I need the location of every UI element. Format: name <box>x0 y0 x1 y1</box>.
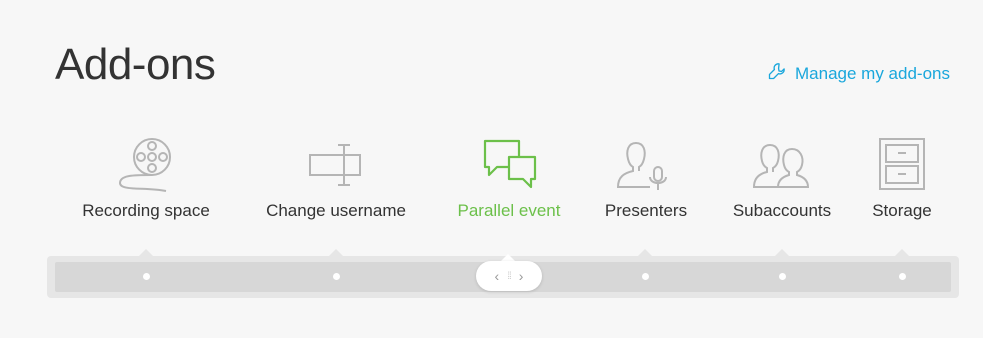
addons-panel: Add-ons Manage my add-ons Recording spac… <box>0 0 983 338</box>
addon-label: Presenters <box>604 201 688 220</box>
addon-change-username[interactable]: Change username <box>262 135 410 221</box>
slider-stop-change-username[interactable] <box>333 273 340 280</box>
slider-stop-subaccounts[interactable] <box>779 273 786 280</box>
grip-icon: ⁞⁞ <box>507 270 511 282</box>
slider-stop-storage[interactable] <box>899 273 906 280</box>
addon-label: Change username <box>266 201 406 220</box>
wrench-icon <box>767 61 787 86</box>
addon-label: Subaccounts <box>732 201 832 220</box>
chevron-left-icon[interactable]: ‹ <box>495 268 500 284</box>
rename-field-icon <box>301 135 371 195</box>
addon-presenters[interactable]: Presenters <box>600 135 692 221</box>
slider-handle[interactable]: ‹ ⁞⁞ › <box>476 261 542 291</box>
manage-addons-link[interactable]: Manage my add-ons <box>767 61 950 86</box>
addon-label: Storage <box>872 201 932 220</box>
addon-storage[interactable]: Storage <box>865 135 939 221</box>
film-reel-icon <box>111 135 181 195</box>
addon-parallel-event[interactable]: Parallel event <box>452 135 566 221</box>
presenter-mic-icon <box>611 135 681 195</box>
chevron-right-icon[interactable]: › <box>519 268 524 284</box>
manage-addons-label: Manage my add-ons <box>795 63 950 83</box>
slider-stop-recording-space[interactable] <box>143 273 150 280</box>
cabinet-icon <box>867 135 937 195</box>
addon-recording-space[interactable]: Recording space <box>80 135 212 221</box>
addon-label: Recording space <box>82 201 210 220</box>
page-title: Add-ons <box>55 40 216 89</box>
slider-stop-presenters[interactable] <box>642 273 649 280</box>
addon-label: Parallel event <box>457 201 561 220</box>
users-icon <box>747 135 817 195</box>
chat-bubbles-icon <box>474 135 544 195</box>
addon-subaccounts[interactable]: Subaccounts <box>728 135 836 221</box>
